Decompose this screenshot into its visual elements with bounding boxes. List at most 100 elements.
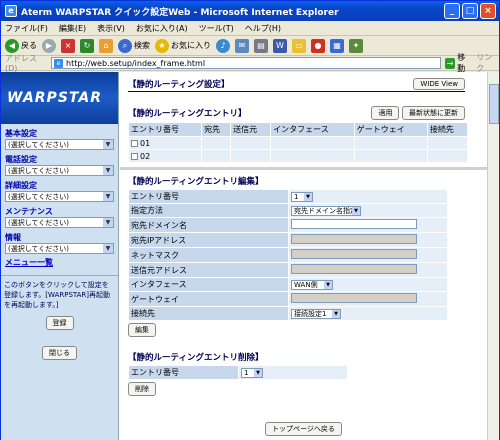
print-icon[interactable]: ▤ — [254, 38, 268, 53]
delete-button[interactable]: 削除 — [128, 382, 156, 396]
routing-table: エントリ番号 宛先 送信元 インタフェース ゲートウェイ 接続先 01 02 — [127, 122, 469, 163]
gateway-input[interactable] — [291, 293, 417, 303]
entry-number-select[interactable]: 1 ▼ — [291, 191, 313, 202]
page-content: WARPSTAR 基本設定 (選択してください) ▼ 電話設定 (選択してください… — [1, 72, 499, 440]
col-connection: 接続先 — [426, 122, 469, 137]
edit-button[interactable]: 編集 — [128, 323, 156, 337]
nav-heading: メンテナンス — [5, 207, 53, 216]
minimize-button[interactable]: _ — [444, 3, 460, 19]
domain-name-input[interactable] — [291, 219, 417, 229]
edit-label: 接続先 — [128, 306, 289, 321]
menu-edit[interactable]: 編集(E) — [59, 23, 86, 34]
close-button[interactable]: × — [480, 3, 496, 19]
chevron-down-icon: ▼ — [103, 244, 113, 253]
research-icon[interactable]: ▦ — [330, 38, 344, 53]
browser-window: e Aterm WARPSTAR クイック設定Web - Microsoft I… — [0, 0, 500, 440]
chevron-down-icon: ▼ — [352, 206, 360, 215]
col-interface: インタフェース — [270, 122, 355, 137]
delete-entry-select[interactable]: 1 ▼ — [241, 367, 263, 378]
mail-icon[interactable]: ✉ — [235, 38, 249, 53]
maximize-button[interactable]: □ — [462, 3, 478, 19]
chevron-down-icon: ▼ — [324, 280, 332, 289]
stop-icon[interactable]: × — [61, 38, 75, 53]
forward-arrow-icon[interactable]: ▶ — [42, 38, 56, 53]
col-entry: エントリ番号 — [127, 122, 203, 137]
row-checkbox[interactable] — [131, 139, 138, 147]
connection-select[interactable]: 接続設定1 ▼ — [291, 308, 341, 319]
chevron-down-icon: ▼ — [304, 192, 312, 201]
address-input[interactable]: e http://web.setup/index_frame.html — [51, 57, 441, 69]
close-page-button[interactable]: 閉じる — [42, 346, 77, 360]
messenger-icon[interactable]: ● — [311, 38, 325, 53]
bottom-frame: 【静的ルーティングエントリ編集】 エントリ番号 1 ▼ 指定方法 宛先ドメイン名指… — [120, 170, 487, 440]
delete-label: エントリ番号 — [128, 365, 239, 380]
nav-heading: 詳細設定 — [5, 181, 37, 190]
nav-select-phone[interactable]: (選択してください) ▼ — [5, 165, 114, 176]
address-label: アドレス(D) — [5, 54, 37, 73]
menu-view[interactable]: 表示(V) — [97, 23, 125, 34]
menu-file[interactable]: ファイル(F) — [5, 23, 48, 34]
edit-label: 宛先IPアドレス — [128, 232, 289, 248]
go-button[interactable]: → 移動 — [444, 52, 472, 74]
scroll-thumb[interactable] — [489, 84, 499, 124]
wide-view-button[interactable]: WIDE View — [413, 78, 465, 90]
edit-label: インタフェース — [128, 277, 289, 292]
refresh-icon[interactable]: ↻ — [80, 38, 94, 53]
vertical-scrollbar[interactable] — [487, 72, 499, 440]
apply-button[interactable]: 適用 — [371, 106, 400, 120]
table-row: 02 — [127, 149, 469, 163]
back-arrow-icon: ◀ — [5, 38, 19, 53]
col-source: 送信元 — [230, 122, 272, 137]
nav-select-info[interactable]: (選択してください) ▼ — [5, 243, 114, 254]
back-button[interactable]: ◀ 戻る — [5, 38, 37, 53]
top-page-button[interactable]: トップページへ戻る — [265, 422, 342, 436]
edit-title: 【静的ルーティングエントリ編集】 — [128, 177, 264, 187]
nav-section-phone: 電話設定 (選択してください) ▼ — [1, 150, 118, 176]
chevron-down-icon: ▼ — [103, 140, 113, 149]
folder-icon[interactable]: ▭ — [292, 38, 306, 53]
menu-list-link[interactable]: メニュー一覧 — [1, 254, 118, 271]
favorites-button[interactable]: ★ お気に入り — [155, 38, 211, 53]
source-address-input[interactable] — [291, 264, 417, 274]
refresh-button[interactable]: 最新状態に更新 — [402, 106, 465, 120]
register-button[interactable]: 登録 — [45, 316, 74, 330]
nav-heading: 基本設定 — [5, 129, 37, 138]
toolbar: ◀ 戻る ▶ × ↻ ⌂ ⌕ 検索 ★ お気に入り ♪ ✉ ▤ W ▭ ● ▦ … — [1, 36, 499, 56]
nav-heading: 情報 — [5, 233, 21, 242]
warpstar-logo: WARPSTAR — [1, 72, 118, 124]
edit-label: エントリ番号 — [128, 189, 289, 204]
links-button[interactable]: リンク — [476, 52, 499, 74]
menu-bar: ファイル(F) 編集(E) 表示(V) お気に入り(A) ツール(T) ヘルプ(… — [1, 21, 499, 36]
col-gateway: ゲートウェイ — [353, 122, 428, 137]
search-icon: ⌕ — [118, 38, 132, 53]
nav-section-advanced: 詳細設定 (選択してください) ▼ — [1, 176, 118, 202]
menu-help[interactable]: ヘルプ(H) — [245, 23, 281, 34]
divider — [128, 91, 465, 92]
edit-table: エントリ番号 1 ▼ 指定方法 宛先ドメイン名指定 ▼ 宛先ドメイン名 宛先IPアド… — [128, 189, 448, 321]
netmask-input[interactable] — [291, 249, 417, 259]
main-panel: 【静的ルーティング設定】 WIDE View 【静的ルーティングエントリ】 適用… — [120, 72, 487, 440]
chevron-down-icon: ▼ — [103, 218, 113, 227]
dest-ip-input[interactable] — [291, 234, 417, 244]
menu-tools[interactable]: ツール(T) — [199, 23, 234, 34]
nav-select-advanced[interactable]: (選択してください) ▼ — [5, 191, 114, 202]
interface-select[interactable]: WAN側 ▼ — [291, 279, 333, 290]
home-icon[interactable]: ⌂ — [99, 38, 113, 53]
method-select[interactable]: 宛先ドメイン名指定 ▼ — [291, 205, 361, 216]
entries-title: 【静的ルーティングエントリ】 — [128, 109, 247, 119]
edit-label: ゲートウェイ — [128, 291, 289, 307]
media-icon[interactable]: ♪ — [216, 38, 230, 53]
nav-select-basic[interactable]: (選択してください) ▼ — [5, 139, 114, 150]
table-row: 01 — [127, 136, 469, 150]
menu-favorites[interactable]: お気に入り(A) — [136, 23, 188, 34]
address-bar: アドレス(D) e http://web.setup/index_frame.h… — [1, 53, 499, 73]
edit-icon[interactable]: W — [273, 38, 287, 53]
nav-section-basic: 基本設定 (選択してください) ▼ — [1, 124, 118, 150]
row-checkbox[interactable] — [131, 152, 138, 160]
search-button[interactable]: ⌕ 検索 — [118, 38, 150, 53]
top-frame: 【静的ルーティング設定】 WIDE View 【静的ルーティングエントリ】 適用… — [120, 72, 487, 170]
tools-icon[interactable]: ✦ — [349, 38, 363, 53]
window-title: Aterm WARPSTAR クイック設定Web - Microsoft Int… — [21, 7, 339, 18]
nav-select-maintenance[interactable]: (選択してください) ▼ — [5, 217, 114, 228]
delete-title: 【静的ルーティングエントリ削除】 — [128, 353, 264, 363]
